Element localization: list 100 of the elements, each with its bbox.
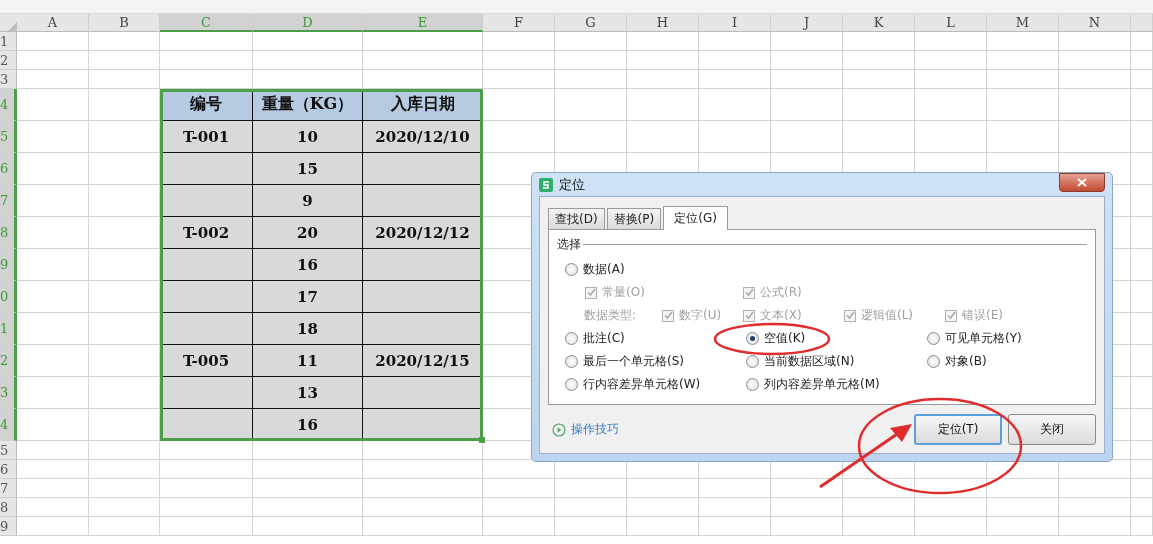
grid-cell[interactable] <box>483 121 555 153</box>
grid-cell[interactable] <box>627 51 699 70</box>
column-header[interactable] <box>1131 14 1153 32</box>
grid-cell[interactable] <box>17 479 89 498</box>
grid-cell[interactable] <box>363 70 483 89</box>
row-header[interactable]: 6 <box>0 460 17 479</box>
grid-cell[interactable] <box>89 377 160 409</box>
grid-cell[interactable] <box>483 498 555 517</box>
column-header[interactable]: M <box>987 14 1059 32</box>
radio-button[interactable] <box>927 355 940 368</box>
grid-cell[interactable] <box>915 517 987 536</box>
grid-cell[interactable] <box>987 89 1059 121</box>
grid-cell[interactable] <box>1131 217 1153 249</box>
grid-cell[interactable] <box>89 185 160 217</box>
grid-cell[interactable] <box>17 498 89 517</box>
grid-cell[interactable] <box>89 89 160 121</box>
grid-cell[interactable] <box>17 345 89 377</box>
grid-cell[interactable] <box>17 70 89 89</box>
grid-cell[interactable] <box>1059 70 1131 89</box>
column-header[interactable]: A <box>17 14 89 32</box>
grid-cell[interactable] <box>17 121 89 153</box>
row-header[interactable]: 3 <box>0 70 17 89</box>
grid-cell[interactable] <box>160 460 253 479</box>
grid-cell[interactable] <box>771 479 843 498</box>
grid-cell[interactable] <box>89 70 160 89</box>
grid-cell[interactable] <box>915 32 987 51</box>
grid-cell[interactable] <box>1131 32 1153 51</box>
grid-cell[interactable] <box>1059 498 1131 517</box>
column-header[interactable]: H <box>627 14 699 32</box>
row-header[interactable]: 2 <box>0 51 17 70</box>
grid-cell[interactable] <box>1131 185 1153 217</box>
grid-cell[interactable] <box>17 517 89 536</box>
grid-cell[interactable] <box>627 70 699 89</box>
grid-cell[interactable] <box>699 479 771 498</box>
grid-cell[interactable] <box>17 185 89 217</box>
grid-cell[interactable] <box>843 51 915 70</box>
radio-option[interactable]: 最后一个单元格(S) <box>565 353 684 370</box>
grid-cell[interactable] <box>987 51 1059 70</box>
grid-cell[interactable] <box>1131 441 1153 460</box>
grid-cell[interactable] <box>89 498 160 517</box>
radio-button[interactable] <box>746 355 759 368</box>
grid-cell[interactable] <box>555 32 627 51</box>
radio-button[interactable] <box>565 378 578 391</box>
grid-cell[interactable] <box>987 32 1059 51</box>
grid-cell[interactable] <box>627 498 699 517</box>
grid-cell[interactable] <box>17 217 89 249</box>
column-header[interactable]: N <box>1059 14 1131 32</box>
grid-cell[interactable] <box>915 498 987 517</box>
column-header[interactable]: K <box>843 14 915 32</box>
grid-cell[interactable] <box>89 313 160 345</box>
grid-cell[interactable] <box>627 517 699 536</box>
grid-cell[interactable] <box>771 32 843 51</box>
grid-cell[interactable] <box>89 217 160 249</box>
grid-cell[interactable] <box>89 281 160 313</box>
grid-cell[interactable] <box>17 377 89 409</box>
grid-cell[interactable] <box>363 51 483 70</box>
grid-cell[interactable] <box>253 517 363 536</box>
grid-cell[interactable] <box>17 460 89 479</box>
grid-cell[interactable] <box>17 32 89 51</box>
grid-cell[interactable] <box>253 460 363 479</box>
column-header[interactable]: G <box>555 14 627 32</box>
grid-cell[interactable] <box>160 517 253 536</box>
grid-cell[interactable] <box>253 51 363 70</box>
grid-cell[interactable] <box>627 121 699 153</box>
grid-cell[interactable] <box>915 89 987 121</box>
radio-button[interactable] <box>565 263 578 276</box>
grid-cell[interactable] <box>915 70 987 89</box>
radio-button[interactable] <box>565 355 578 368</box>
grid-cell[interactable] <box>17 441 89 460</box>
grid-cell[interactable] <box>1059 479 1131 498</box>
grid-cell[interactable] <box>89 345 160 377</box>
close-button[interactable] <box>1059 173 1105 192</box>
radio-option[interactable]: 可见单元格(Y) <box>927 330 1022 347</box>
grid-cell[interactable] <box>843 121 915 153</box>
grid-cell[interactable] <box>699 498 771 517</box>
close-dialog-button[interactable]: 关闭 <box>1008 414 1096 445</box>
grid-cell[interactable] <box>483 517 555 536</box>
row-header[interactable]: 7 <box>0 479 17 498</box>
grid-cell[interactable] <box>483 32 555 51</box>
radio-button[interactable] <box>746 332 759 345</box>
grid-cell[interactable] <box>17 51 89 70</box>
tab[interactable]: 替换(P) <box>606 208 662 229</box>
grid-cell[interactable] <box>483 70 555 89</box>
grid-cell[interactable] <box>987 517 1059 536</box>
row-header[interactable]: 8 <box>0 498 17 517</box>
grid-cell[interactable] <box>771 89 843 121</box>
grid-cell[interactable] <box>1131 498 1153 517</box>
grid-cell[interactable] <box>771 70 843 89</box>
grid-cell[interactable] <box>1059 121 1131 153</box>
grid-cell[interactable] <box>627 89 699 121</box>
column-header[interactable]: F <box>483 14 555 32</box>
grid-cell[interactable] <box>915 51 987 70</box>
grid-cell[interactable] <box>1131 51 1153 70</box>
tab[interactable]: 查找(D) <box>548 208 605 229</box>
grid-cell[interactable] <box>771 51 843 70</box>
grid-cell[interactable] <box>1059 517 1131 536</box>
grid-cell[interactable] <box>699 32 771 51</box>
grid-cell[interactable] <box>160 51 253 70</box>
grid-cell[interactable] <box>17 249 89 281</box>
grid-cell[interactable] <box>1131 281 1153 313</box>
